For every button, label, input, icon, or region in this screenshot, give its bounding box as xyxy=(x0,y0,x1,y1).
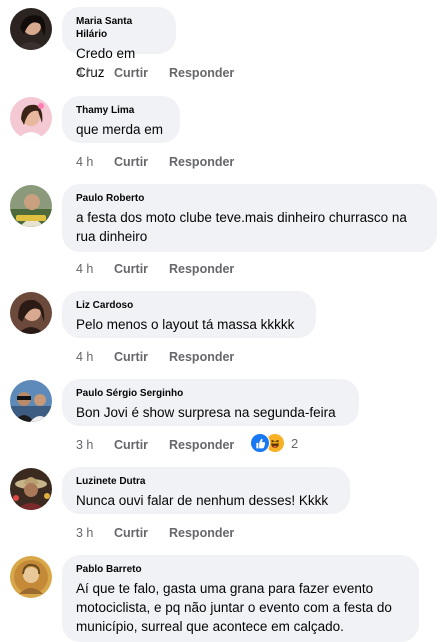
comment-bubble: Luzinete Dutra Nunca ouvi falar de nenhu… xyxy=(62,467,350,514)
like-link[interactable]: Curtir xyxy=(114,438,169,452)
comment-actions: 3 h Curtir Responder xyxy=(76,436,234,454)
comment-text: Aí que te falo, gasta uma grana para faz… xyxy=(76,581,392,634)
comment-text: Bon Jovi é show surpresa na segunda-feir… xyxy=(76,405,336,420)
comment-time[interactable]: 4 h xyxy=(76,350,114,364)
avatar[interactable] xyxy=(10,97,52,139)
comment-author[interactable]: Luzinete Dutra xyxy=(76,475,336,488)
comment-bubble: Maria Santa Hilário Credo em Cruz xyxy=(62,7,176,80)
comment-text: a festa dos moto clube teve.mais dinheir… xyxy=(76,210,407,244)
like-link[interactable]: Curtir xyxy=(114,262,169,276)
comment-actions: 4 h Curtir Responder xyxy=(76,348,234,366)
reply-link[interactable]: Responder xyxy=(169,262,234,276)
reply-link[interactable]: Responder xyxy=(169,155,234,169)
reaction-summary[interactable]: 2 xyxy=(250,432,298,454)
comment-actions: 4 h Curtir Responder xyxy=(76,153,234,171)
reaction-count: 2 xyxy=(291,435,299,451)
comment-time[interactable]: 4 h xyxy=(76,155,114,169)
comment-bubble: Thamy Lima que merda em xyxy=(62,96,180,143)
comment-bubble: Paulo Sérgio Serginho Bon Jovi é show su… xyxy=(62,379,359,426)
avatar[interactable] xyxy=(10,8,52,50)
like-link[interactable]: Curtir xyxy=(114,350,169,364)
comment-time[interactable]: 3 h xyxy=(76,438,114,452)
comment-bubble: Paulo Roberto a festa dos moto clube tev… xyxy=(62,184,437,252)
like-link[interactable]: Curtir xyxy=(114,526,169,540)
avatar[interactable] xyxy=(10,468,52,510)
avatar[interactable] xyxy=(10,292,52,334)
comment-time[interactable]: 3 h xyxy=(76,526,114,540)
comment-author[interactable]: Pablo Barreto xyxy=(76,563,405,576)
like-link[interactable]: Curtir xyxy=(114,66,169,80)
avatar[interactable] xyxy=(10,185,52,227)
comment-text: Nunca ouvi falar de nenhum desses! Kkkk xyxy=(76,493,329,508)
like-link[interactable]: Curtir xyxy=(114,155,169,169)
comment-author[interactable]: Paulo Sérgio Serginho xyxy=(76,387,345,400)
comment-actions: 4 h Curtir Responder xyxy=(76,260,234,278)
reply-link[interactable]: Responder xyxy=(169,350,234,364)
comment-author[interactable]: Liz Cardoso xyxy=(76,299,302,312)
reply-link[interactable]: Responder xyxy=(169,66,234,80)
comment-text: que merda em xyxy=(76,122,164,137)
comment-author[interactable]: Thamy Lima xyxy=(76,104,166,117)
comment-time[interactable]: 4 h xyxy=(76,66,114,80)
like-icon xyxy=(250,433,270,453)
comment-bubble: Liz Cardoso Pelo menos o layout tá massa… xyxy=(62,291,316,338)
reply-link[interactable]: Responder xyxy=(169,526,234,540)
comment-text: Pelo menos o layout tá massa kkkkk xyxy=(76,317,295,332)
comment-actions: 3 h Curtir Responder xyxy=(76,524,234,542)
comment-time[interactable]: 4 h xyxy=(76,262,114,276)
comment-bubble: Pablo Barreto Aí que te falo, gasta uma … xyxy=(62,555,419,642)
avatar[interactable] xyxy=(10,380,52,422)
avatar[interactable] xyxy=(10,556,52,598)
comment-author[interactable]: Maria Santa Hilário xyxy=(76,15,162,41)
reply-link[interactable]: Responder xyxy=(169,438,234,452)
comment-actions: 4 h Curtir Responder xyxy=(76,64,234,82)
comment-author[interactable]: Paulo Roberto xyxy=(76,192,423,205)
